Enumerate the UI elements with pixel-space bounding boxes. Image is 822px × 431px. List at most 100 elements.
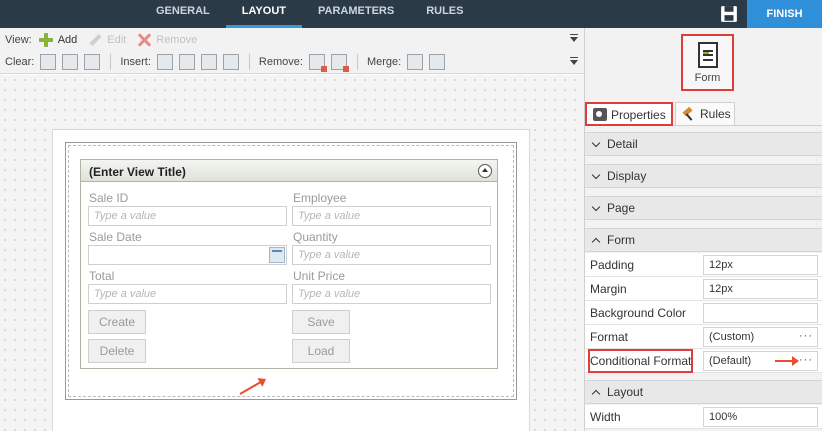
- sale-id-input[interactable]: Type a value: [88, 206, 287, 226]
- chevron-down-icon: [591, 138, 601, 148]
- section-display[interactable]: Display: [585, 164, 822, 188]
- quantity-input[interactable]: Type a value: [292, 245, 491, 265]
- collapse-icon[interactable]: [478, 164, 492, 178]
- sale-id-label: Sale ID: [89, 191, 129, 205]
- toolbar-divider: [248, 54, 250, 70]
- insert-column-left-icon[interactable]: [156, 54, 173, 70]
- conditional-format-value: (Default): [709, 355, 752, 367]
- insert-row-above-icon[interactable]: [200, 54, 217, 70]
- total-input[interactable]: Type a value: [88, 284, 287, 304]
- clear-table-icon[interactable]: [84, 54, 101, 70]
- section-detail-label: Detail: [607, 137, 638, 151]
- property-name: Format: [590, 330, 629, 344]
- insert-label: Insert:: [120, 56, 151, 68]
- tab-parameters[interactable]: PARAMETERS: [302, 0, 410, 28]
- insert-row-below-icon[interactable]: [222, 54, 239, 70]
- clear-cell-icon[interactable]: [40, 54, 57, 70]
- conditional-format-ellipsis-button[interactable]: ···: [799, 354, 813, 366]
- chevron-down-icon: [591, 202, 601, 212]
- section-form-label: Form: [607, 233, 635, 247]
- tab-rules[interactable]: RULES: [410, 0, 479, 28]
- background-color-input[interactable]: [703, 303, 818, 323]
- properties-icon: [593, 108, 607, 121]
- section-display-label: Display: [607, 169, 647, 183]
- format-ellipsis-button[interactable]: ···: [799, 330, 813, 342]
- form-type-tile[interactable]: Form: [681, 34, 734, 91]
- annotation-arrow: [775, 356, 799, 366]
- section-page[interactable]: Page: [585, 196, 822, 220]
- conditional-format-input[interactable]: (Default) ···: [703, 351, 818, 371]
- unit-price-label: Unit Price: [293, 269, 346, 283]
- finish-button[interactable]: FINISH: [747, 0, 822, 28]
- property-row-conditional-format: Conditional Format (Default) ···: [585, 349, 822, 373]
- form-document-icon: [698, 42, 718, 68]
- form-type-label: Form: [694, 72, 721, 84]
- create-button[interactable]: Create: [88, 310, 146, 334]
- toolbar-collapse-icon[interactable]: [570, 34, 578, 42]
- gavel-icon: [682, 107, 696, 120]
- add-label: Add: [57, 34, 78, 46]
- section-page-label: Page: [607, 201, 636, 215]
- section-layout[interactable]: Layout: [585, 380, 822, 404]
- merge-cells-icon[interactable]: [407, 54, 424, 70]
- chevron-down-icon: [591, 170, 601, 180]
- section-detail[interactable]: Detail: [585, 132, 822, 156]
- edit-view-button[interactable]: Edit: [87, 32, 126, 48]
- form-container[interactable]: (Enter View Title) Sale ID Type a value …: [65, 142, 517, 400]
- clear-row-icon[interactable]: [62, 54, 79, 70]
- remove-view-label: Remove: [156, 34, 198, 46]
- delete-icon: [136, 32, 152, 48]
- tab-rules-label: Rules: [700, 107, 731, 121]
- toolbar-collapse-icon[interactable]: [570, 57, 578, 65]
- remove-row-icon[interactable]: [330, 54, 349, 72]
- padding-input[interactable]: 12px: [703, 255, 818, 275]
- split-cells-icon[interactable]: [429, 54, 446, 70]
- sale-date-input[interactable]: [88, 245, 287, 265]
- unit-price-input[interactable]: Type a value: [292, 284, 491, 304]
- tab-properties[interactable]: Properties: [585, 102, 673, 126]
- plus-icon: [38, 32, 54, 48]
- save-button[interactable]: Save: [292, 310, 350, 334]
- form-canvas[interactable]: (Enter View Title) Sale ID Type a value …: [52, 129, 530, 431]
- property-row-margin: Margin 12px: [585, 277, 822, 301]
- remove-column-icon[interactable]: [308, 54, 327, 72]
- pencil-icon: [87, 32, 103, 48]
- remove-label: Remove:: [258, 56, 303, 68]
- view-label: View:: [5, 34, 32, 46]
- toolbar-divider: [356, 54, 358, 70]
- section-layout-label: Layout: [607, 385, 644, 399]
- delete-button[interactable]: Delete: [88, 339, 146, 363]
- view-title: (Enter View Title): [89, 165, 186, 179]
- toolbar-divider: [110, 54, 112, 70]
- property-row-width: Width 100%: [585, 405, 822, 429]
- property-name: Width: [590, 410, 621, 424]
- load-button[interactable]: Load: [292, 339, 350, 363]
- tab-panel-rules[interactable]: Rules: [675, 102, 735, 126]
- property-row-format: Format (Custom) ···: [585, 325, 822, 349]
- layout-toolbar: View: Add Edit Remove Clear: Insert: Rem…: [0, 28, 584, 74]
- tab-general[interactable]: GENERAL: [140, 0, 226, 28]
- insert-column-right-icon[interactable]: [178, 54, 195, 70]
- top-tabs: GENERAL LAYOUT PARAMETERS RULES: [140, 0, 479, 28]
- format-input[interactable]: (Custom) ···: [703, 327, 818, 347]
- property-name: Conditional Format: [590, 354, 692, 368]
- quantity-label: Quantity: [293, 230, 338, 244]
- calendar-icon[interactable]: [269, 247, 285, 263]
- margin-input[interactable]: 12px: [703, 279, 818, 299]
- add-view-button[interactable]: Add: [38, 32, 78, 48]
- employee-input[interactable]: Type a value: [292, 206, 491, 226]
- property-name: Margin: [590, 282, 627, 296]
- tab-properties-label: Properties: [611, 108, 666, 122]
- section-form[interactable]: Form: [585, 228, 822, 252]
- design-canvas[interactable]: (Enter View Title) Sale ID Type a value …: [0, 75, 584, 431]
- tab-layout[interactable]: LAYOUT: [225, 0, 302, 28]
- property-row-background-color: Background Color: [585, 301, 822, 325]
- edit-label: Edit: [107, 34, 127, 46]
- format-value: (Custom): [709, 331, 755, 343]
- save-icon[interactable]: [720, 5, 738, 23]
- width-input[interactable]: 100%: [703, 407, 818, 427]
- employee-label: Employee: [293, 191, 347, 205]
- remove-view-button[interactable]: Remove: [136, 32, 197, 48]
- sale-date-label: Sale Date: [89, 230, 142, 244]
- view-panel[interactable]: (Enter View Title) Sale ID Type a value …: [80, 159, 498, 369]
